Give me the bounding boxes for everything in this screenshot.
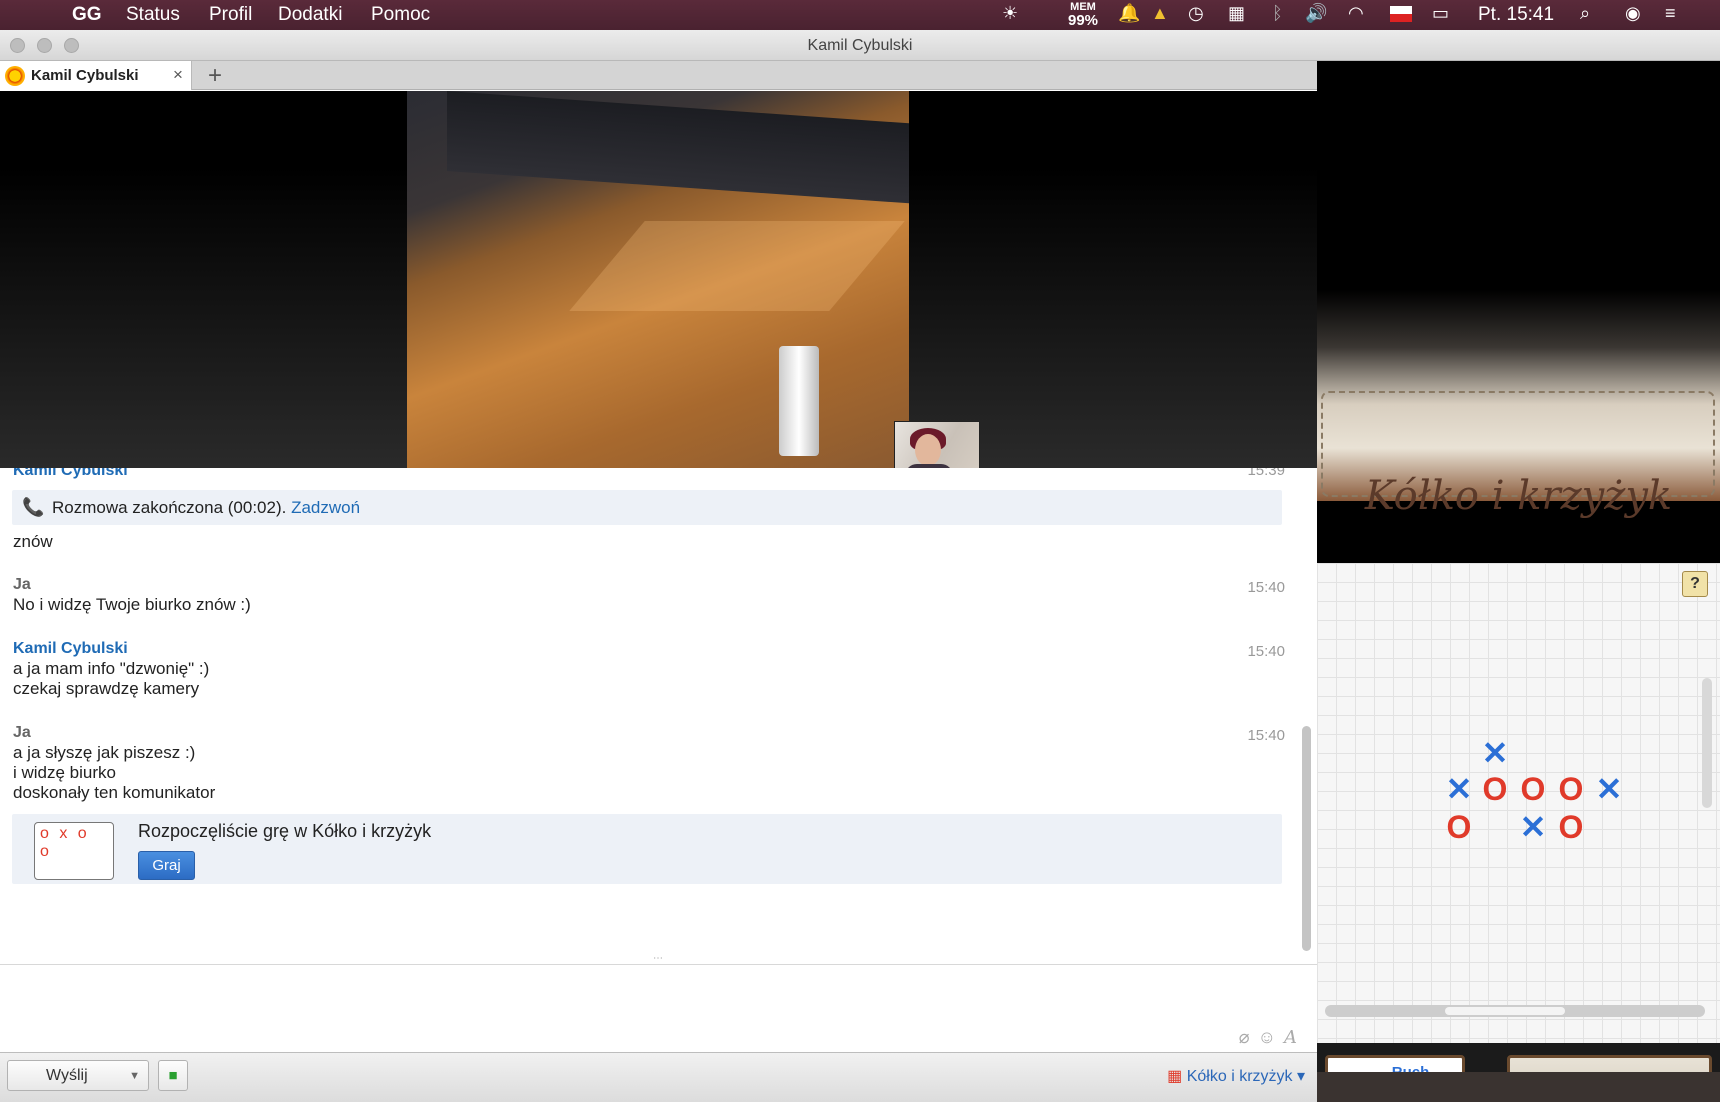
chevron-down-icon[interactable]: ▼: [129, 1070, 140, 1082]
call-ended-notice: 📞 Rozmowa zakończona (00:02). Zadzwoń: [12, 490, 1282, 525]
list-icon[interactable]: ≡: [1665, 3, 1676, 24]
video-camera-icon[interactable]: ■: [158, 1060, 188, 1091]
board-cell-o: O: [1446, 809, 1472, 845]
message-author: Kamil Cybulski: [13, 468, 128, 479]
gg-sun-icon: [5, 66, 25, 86]
game-title: Kółko i krzyżyk: [1364, 473, 1673, 519]
message-line: a ja mam info "dzwonię" :): [13, 659, 210, 678]
chat-scrollbar[interactable]: [1302, 726, 1311, 951]
game-banner: [1317, 61, 1720, 501]
message-line: i widzę biurko: [13, 763, 116, 782]
call-again-link[interactable]: Zadzwoń: [291, 498, 360, 517]
message-line: czekaj sprawdzę kamery: [13, 679, 200, 698]
board-vertical-scrollbar[interactable]: [1702, 678, 1712, 808]
send-button[interactable]: Wyślij ▼: [7, 1060, 149, 1091]
phone-icon: 📞: [22, 497, 45, 517]
tab-bar: Kamil Cybulski × +: [0, 61, 1317, 90]
menu-item-pomoc[interactable]: Pomoc: [371, 4, 430, 26]
resize-handle[interactable]: ⋯: [653, 953, 663, 964]
message-time: 15:40: [1247, 643, 1285, 660]
call-ended-text: Rozmowa zakończona (00:02).: [52, 498, 287, 517]
font-icon[interactable]: A: [1284, 1027, 1305, 1048]
board-cell-x: ✕: [1445, 771, 1473, 807]
help-button[interactable]: ?: [1682, 571, 1708, 597]
tab-label: Kamil Cybulski: [31, 67, 139, 84]
board-horizontal-scrollbar[interactable]: [1325, 1005, 1705, 1017]
game-board[interactable]: ? ✕ ✕ O O O ✕ O ✕ O: [1317, 563, 1720, 1043]
message-input[interactable]: ⌀☺A: [0, 964, 1317, 1052]
game-selector[interactable]: ▦ Kółko i krzyżyk ▾: [1167, 1066, 1305, 1086]
bluetooth-icon[interactable]: ᛒ: [1272, 3, 1283, 24]
alert-icon[interactable]: ▲: [1151, 3, 1169, 24]
remote-camera-feed: [407, 91, 909, 468]
emoji-icon[interactable]: ☺: [1258, 1027, 1284, 1047]
wifi-icon[interactable]: ◠: [1348, 3, 1364, 24]
message-line: znów: [13, 532, 53, 551]
battery-icon[interactable]: ▭: [1432, 3, 1449, 24]
board-cell-x: ✕: [1481, 735, 1509, 771]
message-author: Ja: [13, 576, 31, 593]
turn-indicator: ✕ Ruch przeciwnika: [1325, 1055, 1465, 1072]
volume-icon[interactable]: 🔊: [1305, 3, 1327, 24]
zoom-icon[interactable]: ⊕: [1526, 1068, 1553, 1072]
board-cell-o: O: [1558, 771, 1584, 807]
message-time: 15:40: [1247, 727, 1285, 744]
menu-item-dodatki[interactable]: Dodatki: [278, 4, 342, 26]
board-cell-o: O: [1482, 771, 1508, 807]
board-cell-o: O: [1558, 809, 1584, 845]
message-author: Ja: [13, 724, 31, 741]
message-line: a ja słyszę jak piszesz :): [13, 743, 196, 762]
game-started-notice: o x o o Rozpoczęliście grę w Kółko i krz…: [12, 814, 1282, 884]
menu-item-profil[interactable]: Profil: [209, 4, 252, 26]
message-author: Kamil Cybulski: [13, 640, 128, 657]
flag-icon[interactable]: [1390, 6, 1412, 22]
tab-kamil-cybulski[interactable]: Kamil Cybulski ×: [0, 61, 192, 90]
bottom-toolbar: Wyślij ▼ ■ ▦ Kółko i krzyżyk ▾: [0, 1052, 1317, 1102]
zoom-out-button[interactable]: −: [1660, 1068, 1679, 1072]
menu-bar: GG Status Profil Dodatki Pomoc ☀ MEM 99% …: [0, 0, 1720, 30]
play-button[interactable]: Graj: [138, 851, 195, 880]
board-cell-x: ✕: [1519, 809, 1547, 845]
tab-close-icon[interactable]: ×: [173, 65, 183, 85]
send-label: Wyślij: [46, 1067, 88, 1084]
game-panel: Kółko i krzyżyk ? ✕ ✕ O O O ✕ O ✕ O ✕ Ru…: [1317, 61, 1720, 1072]
board-cell-x: ✕: [1595, 771, 1623, 807]
chevron-down-icon: ▾: [1296, 1068, 1305, 1085]
clock[interactable]: Pt. 15:41: [1478, 4, 1554, 26]
message-time: 15:39: [1247, 468, 1285, 479]
memory-indicator[interactable]: MEM 99%: [1068, 2, 1098, 29]
user-icon[interactable]: ◉: [1625, 3, 1641, 24]
message-time: 15:40: [1247, 579, 1285, 596]
search-icon[interactable]: ⌕: [1580, 3, 1590, 24]
zoom-controls: ⊕ + −: [1507, 1055, 1712, 1072]
tic-tac-toe-icon: ▦: [1167, 1068, 1183, 1085]
message-line: doskonały ten komunikator: [13, 783, 216, 802]
zoom-in-button[interactable]: +: [1602, 1068, 1621, 1072]
bell-icon[interactable]: 🔔: [1118, 3, 1140, 24]
new-tab-button[interactable]: +: [208, 62, 222, 90]
menu-app-name[interactable]: GG: [72, 4, 102, 26]
chat-window: Kamil Cybulski Kamil Cybulski × + Kamil …: [0, 30, 1720, 1102]
keyboard-icon[interactable]: ▦: [1228, 3, 1245, 24]
message-line: No i widzę Twoje biurko znów :): [13, 595, 251, 614]
game-started-text: Rozpoczęliście grę w Kółko i krzyżyk: [138, 821, 432, 841]
time-machine-icon[interactable]: ◷: [1188, 3, 1204, 24]
board-cell-o: O: [1520, 771, 1546, 807]
chat-log[interactable]: Kamil Cybulski 15:39 📞 Rozmowa zakończon…: [0, 468, 1317, 964]
game-footer: ✕ Ruch przeciwnika ⊕ + −: [1317, 1043, 1720, 1072]
attach-icon[interactable]: ⌀: [1239, 1027, 1258, 1047]
weather-icon[interactable]: ☀: [1002, 3, 1018, 24]
title-bar: Kamil Cybulski: [0, 30, 1720, 61]
window-title: Kamil Cybulski: [807, 37, 913, 54]
turn-label: Ruch przeciwnika: [1363, 1064, 1458, 1072]
menu-item-status[interactable]: Status: [126, 4, 180, 26]
video-call-area: [0, 91, 1317, 485]
tic-tac-toe-thumbnail[interactable]: o x o o: [34, 822, 114, 880]
